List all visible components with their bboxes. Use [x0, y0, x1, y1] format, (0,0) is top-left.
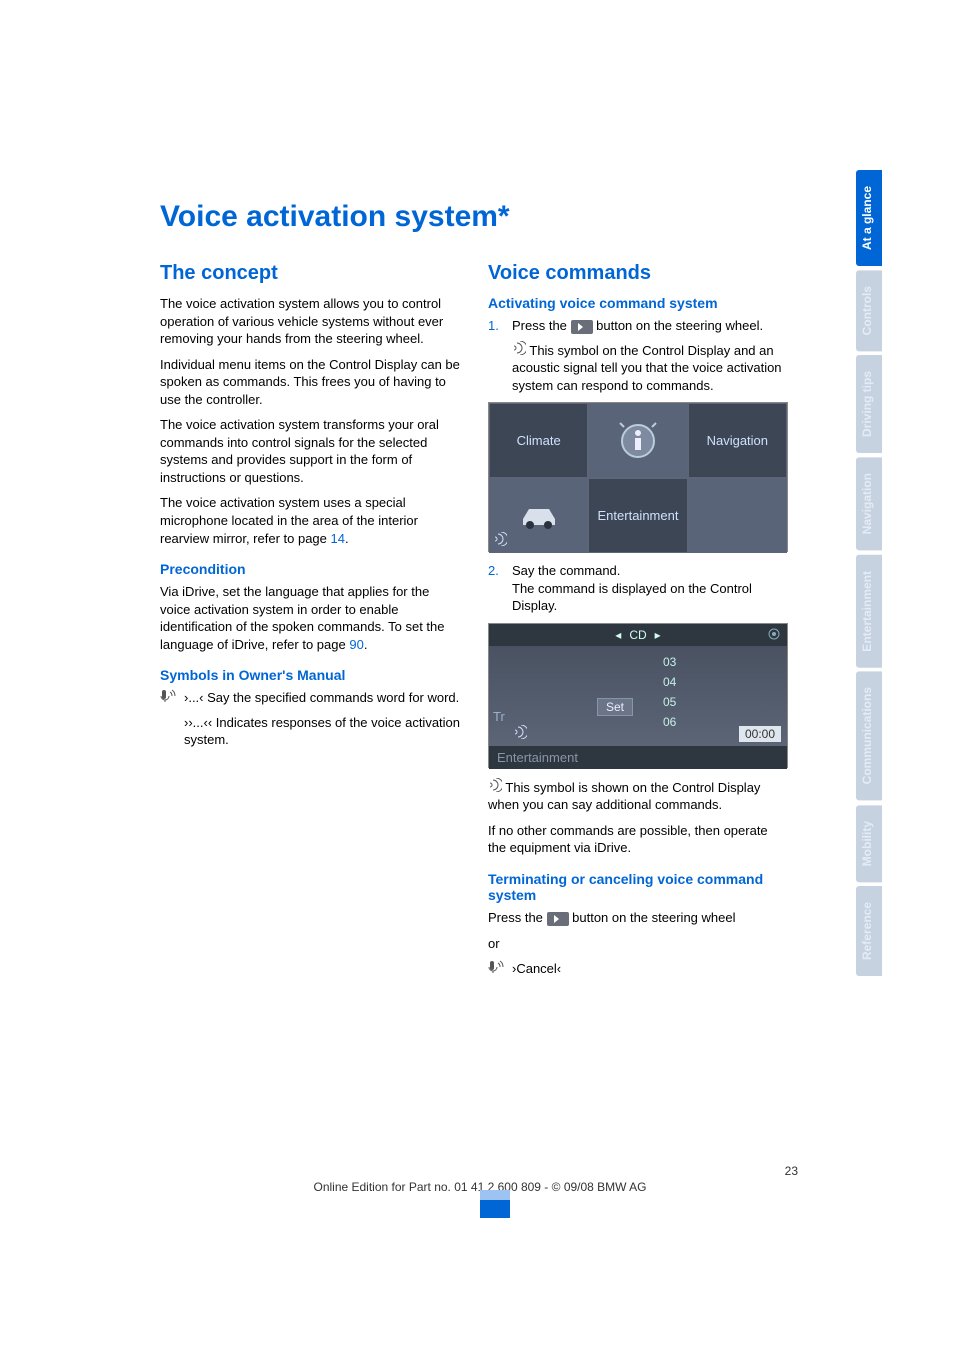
symbol-row-1: ›...‹ Say the specified commands word fo…	[160, 689, 460, 708]
tab-navigation[interactable]: Navigation	[856, 457, 882, 550]
img1-corner-wave-icon	[493, 532, 507, 549]
voice-button-icon	[571, 320, 593, 334]
concept-p4a: The voice activation system uses a speci…	[160, 495, 418, 545]
step-1: 1. Press the button on the steering whee…	[488, 317, 788, 394]
symbol-text-1: ›...‹ Say the specified commands word fo…	[184, 689, 460, 708]
img1-entertainment: Entertainment	[588, 478, 687, 553]
symbol-text-2: ››...‹‹ Indicates responses of the voice…	[184, 714, 460, 749]
link-page-14[interactable]: 14	[331, 531, 345, 546]
heading-voice-commands: Voice commands	[488, 262, 788, 285]
terminate-p1b: button on the steering wheel	[569, 910, 736, 925]
img2-set-button: Set	[597, 698, 633, 716]
tab-reference[interactable]: Reference	[856, 886, 882, 976]
step-1-index: 1.	[488, 317, 499, 335]
img2-track-numbers: 03 04 05 06	[663, 652, 676, 732]
img2-n5: 05	[663, 692, 676, 712]
img2-n4: 04	[663, 672, 676, 692]
page-title: Voice activation system*	[160, 200, 800, 234]
img1-navigation: Navigation	[688, 403, 787, 478]
img2-arrow-left-icon: ◂	[615, 628, 621, 642]
img2-tr-label: Tr	[493, 709, 505, 724]
page-number: 23	[160, 1164, 800, 1178]
concept-p4: The voice activation system uses a speci…	[160, 494, 460, 547]
heading-precondition: Precondition	[160, 561, 460, 577]
img2-time: 00:00	[739, 726, 781, 742]
cancel-row: ›Cancel‹	[488, 960, 788, 979]
concept-p1: The voice activation system allows you t…	[160, 295, 460, 348]
right-column: Voice commands Activating voice command …	[488, 262, 788, 985]
after-img-p1: This symbol is shown on the Control Disp…	[488, 778, 788, 814]
step-1c: This symbol on the Control Display and a…	[512, 343, 782, 393]
symbol-row-2: ››...‹‹ Indicates responses of the voice…	[160, 714, 460, 749]
control-display-cd-image: ◂ CD ▸ Set 03 04 05 06	[488, 623, 788, 768]
img2-n6: 06	[663, 712, 676, 732]
heading-terminating: Terminating or canceling voice command s…	[488, 871, 788, 903]
tab-controls[interactable]: Controls	[856, 270, 882, 351]
img1-blank	[688, 478, 787, 553]
concept-p3: The voice activation system transforms y…	[160, 416, 460, 486]
tab-communications[interactable]: Communications	[856, 671, 882, 800]
left-column: The concept The voice activation system …	[160, 262, 460, 985]
after-img-p1-text: This symbol is shown on the Control Disp…	[488, 780, 760, 813]
terminate-p1a: Press the	[488, 910, 547, 925]
footer-blue-marker	[480, 1200, 510, 1218]
concept-p2: Individual menu items on the Control Dis…	[160, 356, 460, 409]
step-1a: Press the	[512, 318, 571, 333]
terminate-p1: Press the button on the steering wheel	[488, 909, 788, 927]
img2-bottom-label: Entertainment	[489, 746, 787, 769]
side-tabs: At a glance Controls Driving tips Naviga…	[856, 170, 882, 976]
heading-concept: The concept	[160, 262, 460, 285]
img1-climate: Climate	[489, 403, 588, 478]
img1-info-icon	[588, 403, 687, 478]
mic-icon	[160, 689, 176, 703]
heading-symbols: Symbols in Owner's Manual	[160, 667, 460, 683]
voice-button-icon-2	[547, 912, 569, 926]
heading-activating: Activating voice command system	[488, 295, 788, 311]
step-2: 2. Say the command. The command is displ…	[488, 562, 788, 615]
step-1b: button on the steering wheel.	[593, 318, 764, 333]
precondition-p: Via iDrive, set the language that applie…	[160, 583, 460, 653]
tab-at-a-glance[interactable]: At a glance	[856, 170, 882, 266]
step-2a: Say the command.	[512, 563, 620, 578]
precondition-pa: Via iDrive, set the language that applie…	[160, 584, 444, 652]
after-img-p2: If no other commands are possible, then …	[488, 822, 788, 857]
tab-driving-tips[interactable]: Driving tips	[856, 355, 882, 453]
mic-icon-2	[488, 960, 504, 974]
concept-p4b: .	[345, 531, 349, 546]
voice-wave-icon	[512, 341, 526, 355]
cancel-command: ›Cancel‹	[512, 960, 788, 979]
step-2-index: 2.	[488, 562, 499, 580]
tab-mobility[interactable]: Mobility	[856, 805, 882, 882]
link-page-90[interactable]: 90	[349, 637, 363, 652]
img2-cd-label: CD	[629, 628, 646, 642]
img2-n3: 03	[663, 652, 676, 672]
tab-entertainment[interactable]: Entertainment	[856, 555, 882, 668]
img2-arrow-right-icon: ▸	[655, 628, 661, 642]
control-display-menu-image: Climate Navigation Entertainment	[488, 402, 788, 552]
img2-wave-icon	[513, 725, 527, 742]
precondition-pb: .	[364, 637, 368, 652]
voice-wave-icon-2	[488, 778, 502, 792]
step-2b: The command is displayed on the Control …	[512, 580, 788, 615]
terminate-or: or	[488, 935, 788, 953]
img2-gear-icon	[767, 627, 781, 644]
